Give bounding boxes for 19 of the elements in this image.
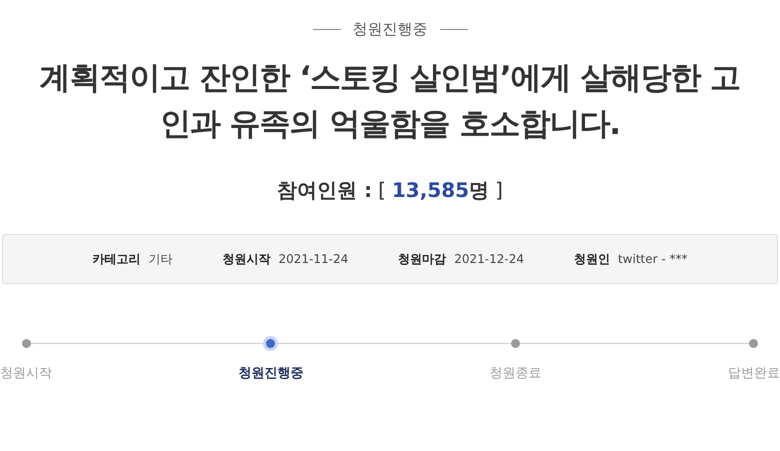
count-unit: 명 (469, 177, 490, 204)
status-label: 청원진행중 (352, 20, 428, 39)
info-value: 기타 (148, 250, 172, 268)
step-label: 청원시작 (0, 365, 52, 382)
info-value: 2021-11-24 (278, 252, 348, 266)
info-value: twitter - *** (618, 252, 688, 266)
bracket: [ (378, 178, 386, 202)
step-label: 청원종료 (490, 365, 542, 382)
info-label: 카테고리 (92, 250, 140, 268)
info-label: 청원마감 (398, 250, 446, 268)
bracket: ] (495, 178, 503, 202)
info-label: 청원시작 (222, 250, 270, 268)
info-label: 청원인 (574, 250, 610, 268)
step-label: 답변완료 (728, 365, 780, 382)
step-label: 청원진행중 (238, 365, 304, 382)
participants-label: 참여인원 : (277, 177, 372, 204)
info-value: 2021-12-24 (454, 252, 524, 266)
petition-title: 계획적이고 잔인한 ‘스토킹 살인범’에게 살해당한 고인과 유족의 억울함을 호소합니다. (38, 59, 742, 144)
participant-count: 13,585 (392, 178, 470, 202)
